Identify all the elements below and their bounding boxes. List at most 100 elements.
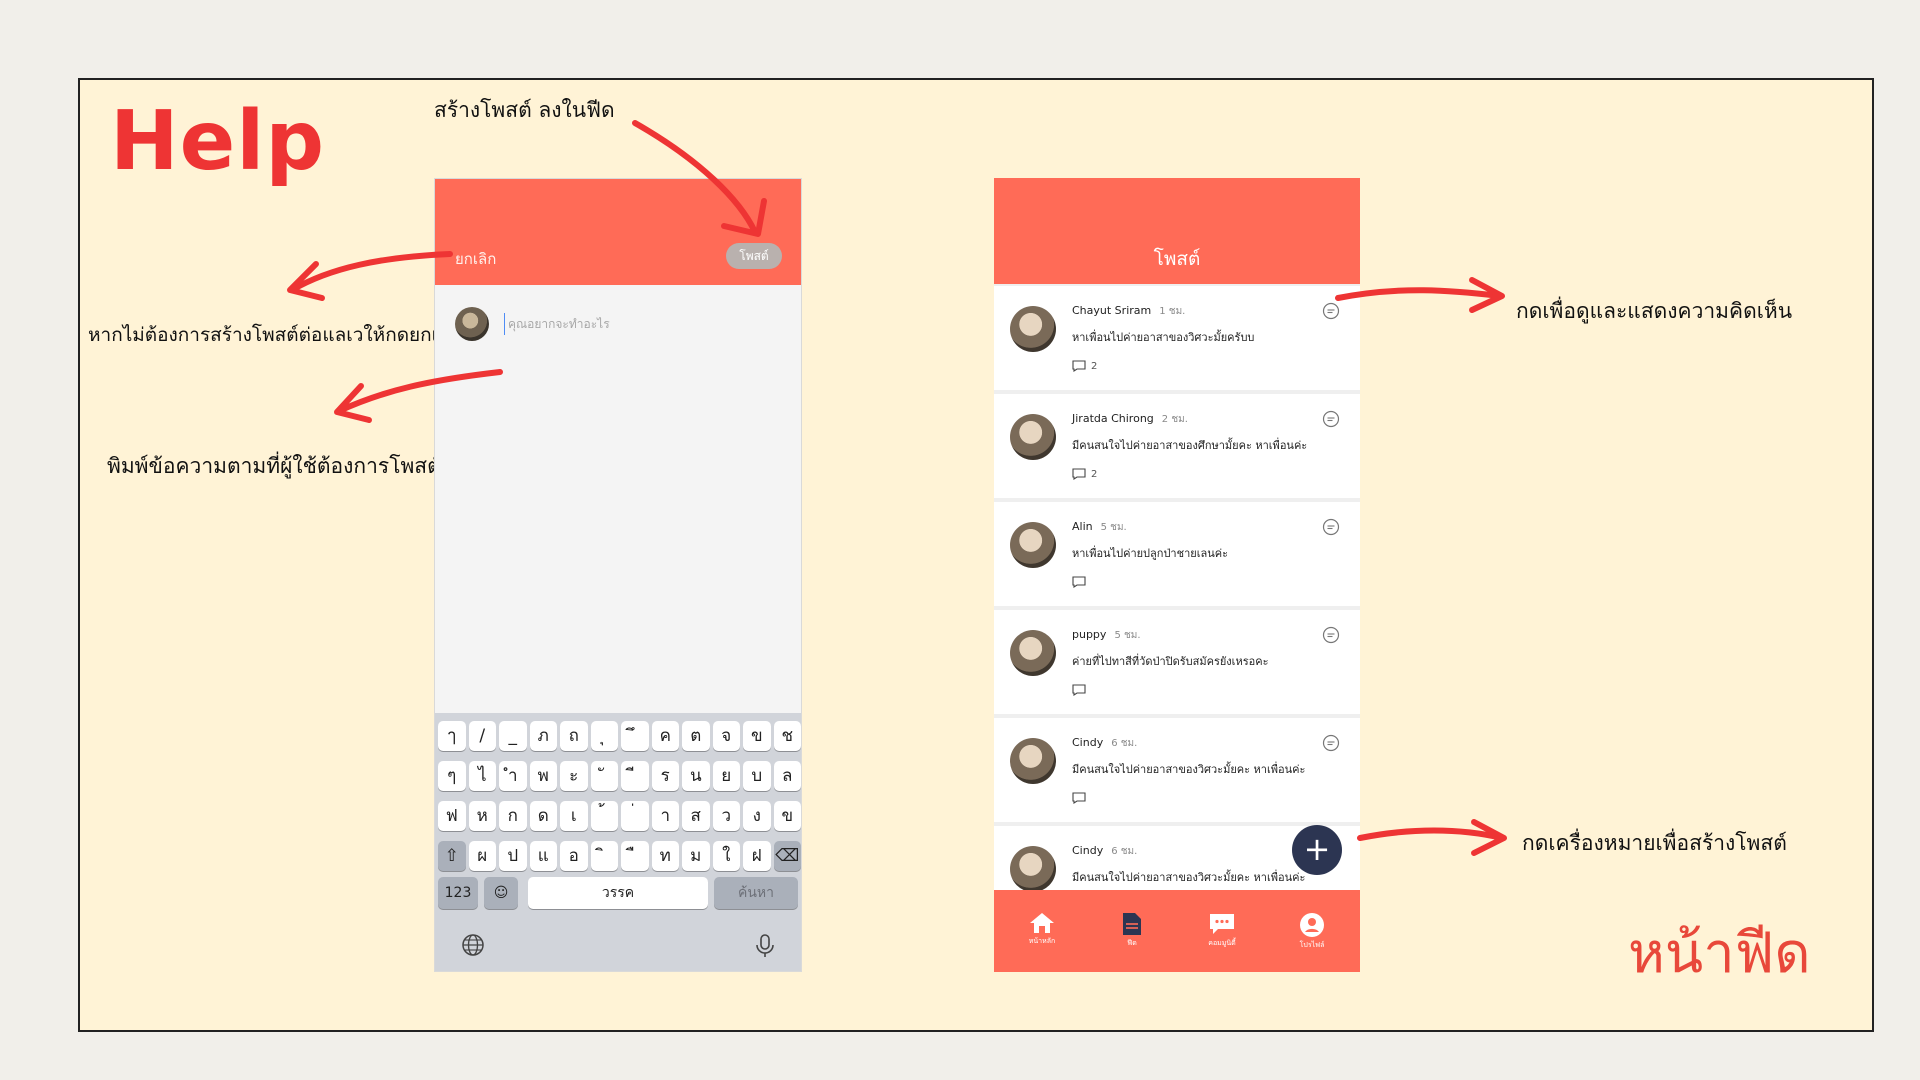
key[interactable]: ด bbox=[529, 801, 557, 831]
post-text: มีคนสนใจไปค่ายอาสาของวิศวะมั้ยคะ หาเพื่อ… bbox=[1072, 763, 1306, 776]
emoji-icon[interactable]: ☺ bbox=[484, 877, 518, 909]
comment-icon bbox=[1072, 360, 1086, 372]
feed-post[interactable]: Alin 5 ชม. หาเพื่อนไปค่ายปลูกป่าชายเลนค่ะ bbox=[994, 502, 1360, 606]
post-text-input[interactable] bbox=[504, 313, 774, 335]
key[interactable]: แ bbox=[529, 841, 557, 871]
keyboard-bottom-row: 123 ☺ วรรค ค้นหา bbox=[438, 877, 800, 909]
globe-icon[interactable] bbox=[461, 933, 485, 957]
key[interactable]: ล bbox=[773, 761, 801, 791]
post-time: 6 ชม. bbox=[1111, 846, 1138, 857]
key[interactable]: _ bbox=[499, 721, 527, 751]
composer-screen: ยกเลิก โพสต์ ๅ / _ ภ ถ ุ ึ ค ต จ ข ช ๆ ไ… bbox=[434, 178, 802, 972]
post-author-name: Alin bbox=[1072, 520, 1093, 533]
key[interactable]: ช bbox=[773, 721, 801, 751]
key[interactable]: ะ bbox=[560, 761, 588, 791]
post-button[interactable]: โพสต์ bbox=[726, 243, 782, 269]
comment-count[interactable] bbox=[1072, 576, 1091, 588]
key[interactable]: ก bbox=[499, 801, 527, 831]
key[interactable]: ท bbox=[651, 841, 679, 871]
key[interactable]: ย bbox=[712, 761, 740, 791]
feed-post[interactable]: Cindy 6 ชม. มีคนสนใจไปค่ายอาสาของวิศวะมั้… bbox=[994, 718, 1360, 822]
note-fab-hint: กดเครื่องหมายเพื่อสร้างโพสต์ bbox=[1522, 831, 1787, 855]
key[interactable]: ื bbox=[621, 841, 649, 871]
key[interactable]: ๆ bbox=[438, 761, 466, 791]
chat-bubble-icon[interactable] bbox=[1322, 302, 1340, 320]
chat-bubble-icon[interactable] bbox=[1322, 734, 1340, 752]
chat-bubble-icon[interactable] bbox=[1322, 410, 1340, 428]
keyboard-row-1: ๅ / _ ภ ถ ุ ึ ค ต จ ข ช bbox=[438, 721, 801, 753]
key[interactable]: / bbox=[468, 721, 496, 751]
comment-count[interactable] bbox=[1072, 684, 1091, 696]
key[interactable]: ว bbox=[712, 801, 740, 831]
key[interactable]: ร bbox=[651, 761, 679, 791]
key[interactable]: ป bbox=[499, 841, 527, 871]
post-time: 1 ชม. bbox=[1159, 306, 1186, 317]
tab-community[interactable]: คอมมูนิตี้ bbox=[1192, 912, 1252, 949]
avatar bbox=[1010, 522, 1056, 568]
key[interactable]: ึ bbox=[621, 721, 649, 751]
mic-icon[interactable] bbox=[753, 933, 777, 959]
tab-profile[interactable]: โปรไฟล์ bbox=[1282, 912, 1342, 951]
post-author-name: Chayut Sriram bbox=[1072, 304, 1152, 317]
comment-count[interactable]: 2 bbox=[1072, 360, 1097, 372]
key[interactable]: ๅ bbox=[438, 721, 466, 751]
key[interactable]: ิ bbox=[590, 841, 618, 871]
key[interactable]: พ bbox=[529, 761, 557, 791]
feed-post[interactable]: Chayut Sriram 1 ชม. หาเพื่อนไปค่ายอาสาของ… bbox=[994, 286, 1360, 390]
key[interactable]: ฟ bbox=[438, 801, 466, 831]
key[interactable]: ส bbox=[682, 801, 710, 831]
feed-post[interactable]: puppy 5 ชม. ค่ายที่ไปทาสีที่วัดป่าปิดรับส… bbox=[994, 610, 1360, 714]
key[interactable]: น bbox=[682, 761, 710, 791]
space-key[interactable]: วรรค bbox=[528, 877, 708, 909]
key[interactable]: ภ bbox=[529, 721, 557, 751]
key[interactable]: ่ bbox=[621, 801, 649, 831]
comment-icon bbox=[1072, 468, 1086, 480]
key[interactable]: ค bbox=[651, 721, 679, 751]
cancel-button[interactable]: ยกเลิก bbox=[455, 247, 496, 271]
chat-bubble-icon[interactable] bbox=[1322, 626, 1340, 644]
key[interactable]: ฝ bbox=[743, 841, 771, 871]
shift-icon[interactable]: ⇧ bbox=[438, 841, 466, 871]
numbers-key[interactable]: 123 bbox=[438, 877, 478, 909]
feed-post[interactable]: Jiratda Chirong 2 ชม. มีคนสนใจไปค่ายอาสาข… bbox=[994, 394, 1360, 498]
backspace-icon[interactable]: ⌫ bbox=[773, 841, 801, 871]
key[interactable]: า bbox=[651, 801, 679, 831]
key[interactable]: ี bbox=[621, 761, 649, 791]
comment-count[interactable] bbox=[1072, 792, 1091, 804]
comment-icon bbox=[1072, 792, 1086, 804]
post-author: puppy 5 ชม. bbox=[1072, 628, 1141, 643]
key[interactable]: ผ bbox=[468, 841, 496, 871]
key[interactable]: บ bbox=[743, 761, 771, 791]
key[interactable]: ข bbox=[773, 801, 801, 831]
key[interactable]: ต bbox=[682, 721, 710, 751]
key[interactable]: จ bbox=[712, 721, 740, 751]
avatar bbox=[1010, 630, 1056, 676]
comment-count[interactable]: 2 bbox=[1072, 468, 1097, 480]
tab-feed[interactable]: ฟีด bbox=[1102, 912, 1162, 949]
key[interactable]: ง bbox=[743, 801, 771, 831]
key[interactable]: ุ bbox=[590, 721, 618, 751]
post-time: 5 ชม. bbox=[1114, 630, 1141, 641]
post-time: 6 ชม. bbox=[1111, 738, 1138, 749]
key[interactable]: ไ bbox=[468, 761, 496, 791]
key[interactable]: ้ bbox=[590, 801, 618, 831]
key[interactable]: ข bbox=[743, 721, 771, 751]
key[interactable]: ถ bbox=[560, 721, 588, 751]
chat-bubble-icon[interactable] bbox=[1322, 518, 1340, 536]
key[interactable]: ั bbox=[590, 761, 618, 791]
post-author: Chayut Sriram 1 ชม. bbox=[1072, 304, 1185, 319]
key[interactable]: อ bbox=[560, 841, 588, 871]
create-post-fab[interactable]: + bbox=[1292, 825, 1342, 875]
tab-home[interactable]: หน้าหลัก bbox=[1012, 912, 1072, 947]
avatar bbox=[1010, 306, 1056, 352]
composer-header: ยกเลิก โพสต์ bbox=[435, 179, 801, 285]
key[interactable]: ม bbox=[682, 841, 710, 871]
key[interactable]: ห bbox=[468, 801, 496, 831]
key[interactable]: ใ bbox=[712, 841, 740, 871]
search-key[interactable]: ค้นหา bbox=[714, 877, 798, 909]
key[interactable]: เ bbox=[560, 801, 588, 831]
post-time: 2 ชม. bbox=[1161, 414, 1188, 425]
avatar bbox=[455, 307, 489, 341]
key[interactable]: ำ bbox=[499, 761, 527, 791]
post-author: Cindy 6 ชม. bbox=[1072, 844, 1137, 859]
